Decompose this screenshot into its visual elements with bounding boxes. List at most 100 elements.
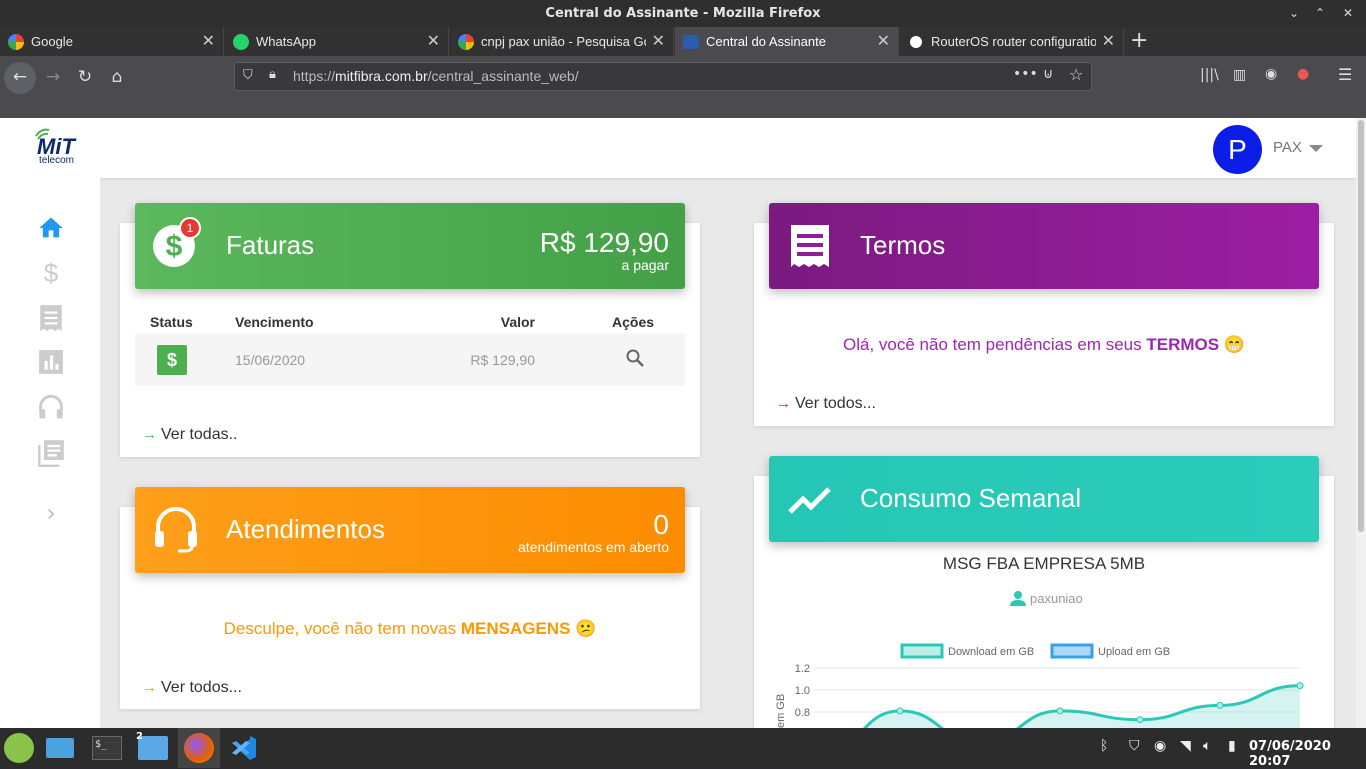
files-window-count: 2 bbox=[136, 731, 143, 742]
receipt-nav-icon[interactable] bbox=[37, 304, 65, 332]
y-tick-label: 0.8 bbox=[795, 707, 810, 719]
data-point bbox=[1216, 701, 1224, 709]
new-tab-icon[interactable]: + bbox=[1130, 27, 1148, 54]
home-nav-icon[interactable] bbox=[37, 214, 65, 242]
tab-google[interactable]: Google ✕ bbox=[0, 27, 224, 56]
wifi-icon[interactable]: ◥ bbox=[1180, 738, 1191, 754]
bookmark-star-icon[interactable]: ☆ bbox=[1069, 65, 1083, 84]
update-shield-icon[interactable]: ⛉ bbox=[1129, 738, 1140, 754]
reload-icon[interactable]: ↻ bbox=[70, 62, 100, 92]
ver-todas-link[interactable]: → Ver todas.. bbox=[142, 426, 238, 444]
tab-central-assinante[interactable]: Central do Assinante ✕ bbox=[675, 27, 899, 56]
battery-icon[interactable]: ▮ bbox=[1228, 738, 1236, 754]
svg-text:$: $ bbox=[166, 230, 183, 263]
column-header: Vencimento bbox=[235, 314, 314, 330]
lock-icon[interactable]: 🔒︎ bbox=[269, 67, 276, 82]
google-icon bbox=[458, 34, 474, 50]
user-avatar[interactable]: P bbox=[1213, 125, 1262, 174]
firefox-taskbar-button[interactable] bbox=[178, 728, 220, 768]
chart-nav-icon[interactable] bbox=[37, 349, 65, 377]
account-icon[interactable]: ◉ bbox=[1265, 66, 1277, 82]
ver-todos-atendimentos-link[interactable]: → Ver todos... bbox=[142, 679, 242, 697]
documents-nav-icon[interactable] bbox=[37, 439, 65, 467]
close-tab-icon[interactable]: ✕ bbox=[202, 27, 215, 56]
close-tab-icon[interactable]: ✕ bbox=[427, 27, 440, 56]
legend-swatch bbox=[1050, 643, 1094, 659]
user-icon bbox=[1010, 591, 1026, 606]
extension-icon[interactable]: ● bbox=[1297, 66, 1309, 82]
page-actions-icon[interactable]: ••• bbox=[1013, 66, 1038, 82]
forward-icon[interactable]: → bbox=[38, 62, 68, 92]
minimize-icon[interactable]: ⌄ bbox=[1282, 0, 1306, 27]
paid-status-icon: $ bbox=[157, 344, 187, 375]
tab-label: WhatsApp bbox=[256, 34, 316, 49]
atendimentos-card: Atendimentos 0 atendimentos em aberto De… bbox=[120, 487, 700, 709]
window-titlebar: Central do Assinante - Mozilla Firefox bbox=[0, 0, 1366, 27]
notification-badge: 1 bbox=[179, 217, 201, 239]
page-content: MiT telecom P PAX $ › $ 1 Faturas R$ 129… bbox=[0, 118, 1356, 728]
sidebar-toggle-icon[interactable]: ▥ bbox=[1233, 67, 1246, 83]
tab-label: cnpj pax união - Pesquisa Google bbox=[481, 34, 646, 49]
chevron-right-icon[interactable]: › bbox=[37, 499, 65, 527]
url-text[interactable]: https://mitfibra.com.br/central_assinant… bbox=[293, 63, 579, 90]
consumo-header: Consumo Semanal bbox=[769, 456, 1319, 542]
volume-icon[interactable]: 🔈︎ bbox=[1203, 738, 1211, 754]
nvidia-icon[interactable]: ◉ bbox=[1154, 738, 1166, 754]
vscode-icon[interactable] bbox=[230, 734, 258, 762]
dollar-nav-icon[interactable]: $ bbox=[37, 259, 65, 287]
close-tab-icon[interactable]: ✕ bbox=[1102, 27, 1115, 56]
download-area bbox=[864, 685, 1300, 728]
close-window-icon[interactable]: ✕ bbox=[1336, 0, 1360, 27]
data-point bbox=[1136, 716, 1144, 724]
navigation-toolbar: ← → ↻ ⌂ ⛉ 🔒︎ https://mitfibra.com.br/cen… bbox=[0, 56, 1366, 118]
due-date: 15/06/2020 bbox=[235, 351, 306, 368]
plan-name: MSG FBA EMPRESA 5MB bbox=[942, 554, 1146, 573]
home-icon[interactable]: ⌂ bbox=[102, 62, 132, 92]
bluetooth-icon[interactable]: ᛒ bbox=[1100, 738, 1108, 754]
faturas-card: $ 1 Faturas R$ 129,90 a pagar Status Ven… bbox=[120, 203, 700, 457]
tab-cnpj[interactable]: cnpj pax união - Pesquisa Google ✕ bbox=[450, 27, 674, 56]
shield-icon[interactable]: ⛉ bbox=[243, 68, 253, 83]
google-icon bbox=[8, 34, 24, 50]
atendimentos-count: 0 bbox=[653, 509, 669, 540]
legend-label: Download em GB bbox=[948, 646, 1034, 658]
terminal-icon[interactable]: $_ bbox=[92, 736, 122, 760]
table-row[interactable]: $ 15/06/2020 R$ 129,90 bbox=[135, 333, 685, 386]
back-icon[interactable]: ← bbox=[4, 62, 36, 94]
data-point bbox=[1056, 707, 1064, 715]
tab-label: Central do Assinante bbox=[706, 34, 826, 49]
scrollbar-thumb[interactable] bbox=[1358, 120, 1364, 532]
faturas-header: $ 1 Faturas R$ 129,90 a pagar bbox=[135, 203, 685, 289]
receipt-icon bbox=[791, 225, 829, 267]
tab-routeros[interactable]: RouterOS router configuration ✕ bbox=[900, 27, 1124, 56]
headset-nav-icon[interactable] bbox=[37, 394, 65, 422]
termos-title: Termos bbox=[860, 230, 946, 260]
ver-todos-termos-link[interactable]: → Ver todos... bbox=[776, 395, 876, 413]
site-header: MiT telecom P PAX bbox=[0, 118, 1356, 178]
chevron-down-icon[interactable] bbox=[1309, 145, 1323, 152]
invoice-value: R$ 129,90 bbox=[470, 351, 535, 368]
scrollbar[interactable] bbox=[1356, 118, 1366, 728]
pocket-icon[interactable]: ⊍ bbox=[1043, 66, 1053, 82]
library-icon[interactable]: |||\ bbox=[1200, 67, 1219, 83]
mint-menu-icon[interactable] bbox=[4, 733, 34, 763]
consumo-chart: Download em GBUpload em GB1.21.00.80.6Co… bbox=[775, 643, 1304, 728]
headset-icon bbox=[155, 507, 197, 553]
user-name[interactable]: PAX bbox=[1273, 139, 1302, 156]
show-desktop-icon[interactable] bbox=[46, 738, 74, 758]
window-title: Central do Assinante - Mozilla Firefox bbox=[545, 6, 821, 21]
menu-icon[interactable]: ☰ bbox=[1338, 65, 1352, 84]
maximize-icon[interactable]: ⌃ bbox=[1308, 0, 1332, 27]
clock[interactable]: 07/06/2020 20:07 bbox=[1249, 739, 1366, 769]
legend-swatch bbox=[900, 643, 944, 659]
ixc-icon bbox=[683, 35, 699, 49]
search-icon[interactable] bbox=[625, 348, 645, 368]
atendimentos-message: Desculpe, você não tem novas MENSAGENS 😕 bbox=[223, 619, 597, 638]
termos-message: Olá, você não tem pendências em seus TER… bbox=[843, 335, 1245, 354]
close-tab-icon[interactable]: ✕ bbox=[877, 27, 890, 56]
tab-whatsapp[interactable]: WhatsApp ✕ bbox=[225, 27, 449, 56]
y-axis-label: Consumo em GB bbox=[775, 694, 787, 728]
url-bar[interactable]: ⛉ 🔒︎ https://mitfibra.com.br/central_ass… bbox=[234, 62, 1092, 91]
data-point bbox=[896, 707, 904, 715]
close-tab-icon[interactable]: ✕ bbox=[652, 27, 665, 56]
